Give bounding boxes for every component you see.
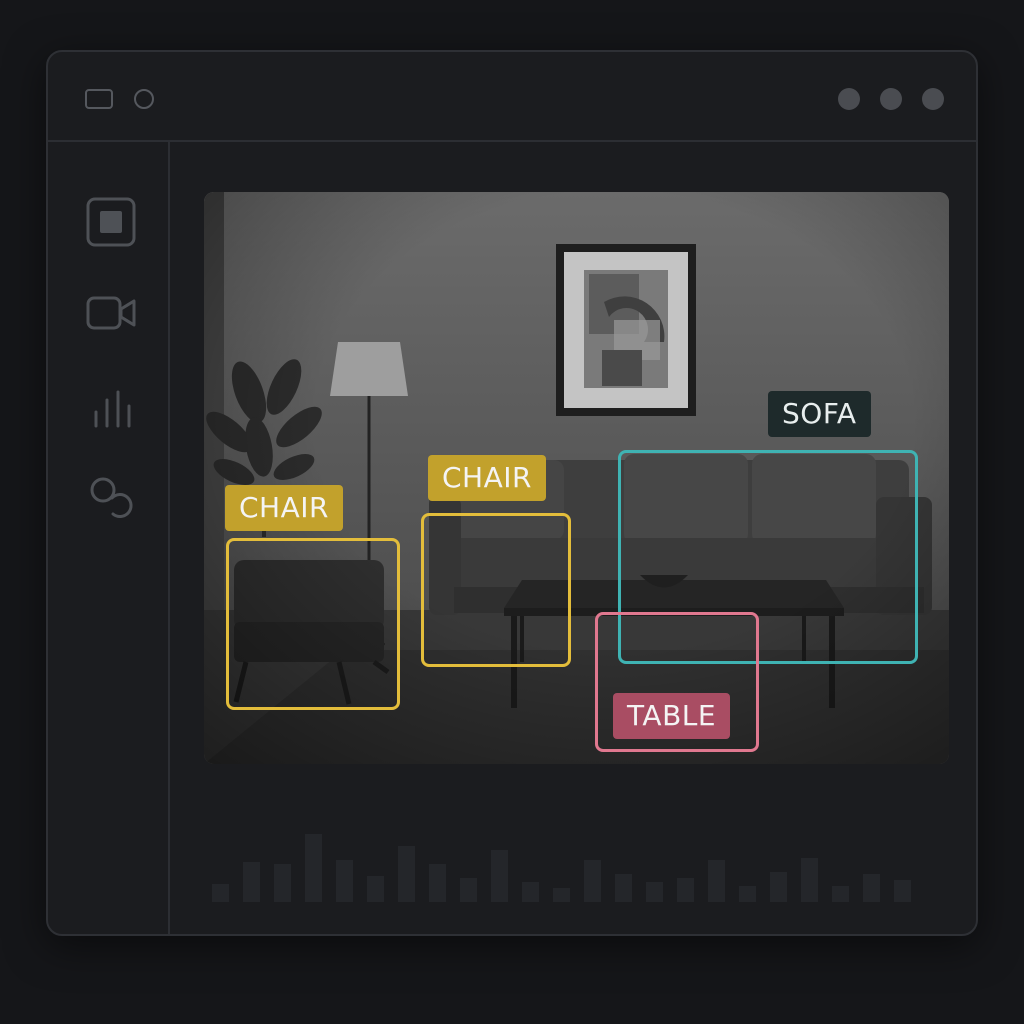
activity-bar (305, 834, 322, 902)
window-icon[interactable] (85, 89, 113, 109)
chair-label: CHAIR (428, 455, 546, 501)
window-dot-icon[interactable] (838, 88, 860, 110)
activity-bar (615, 874, 632, 902)
chair-bounding-box[interactable] (421, 513, 571, 667)
window-dot-icon[interactable] (880, 88, 902, 110)
bar-chart-icon[interactable] (85, 380, 137, 432)
activity-bar (522, 882, 539, 902)
activity-bar (770, 872, 787, 902)
activity-bar (584, 860, 601, 902)
chair-label: CHAIR (225, 485, 343, 531)
activity-bar (398, 846, 415, 902)
activity-bar (708, 860, 725, 902)
activity-bar (274, 864, 291, 902)
activity-bar (491, 850, 508, 902)
sofa-label: SOFA (768, 391, 871, 437)
record-icon[interactable] (134, 89, 154, 109)
video-camera-icon[interactable] (85, 288, 137, 340)
activity-bar (336, 860, 353, 902)
app-window: CHAIR CHAIR SOFA TABLE (46, 50, 978, 936)
activity-bar (739, 886, 756, 902)
title-bar (48, 52, 976, 142)
activity-bar (367, 876, 384, 902)
activity-bar (212, 884, 229, 902)
detection-viewer: CHAIR CHAIR SOFA TABLE (204, 192, 949, 764)
stop-square-icon[interactable] (85, 196, 137, 248)
table-label: TABLE (613, 693, 731, 739)
activity-bar (832, 886, 849, 902)
activity-bar (553, 888, 570, 902)
activity-bar (460, 878, 477, 902)
activity-bar (243, 862, 260, 902)
window-dot-icon[interactable] (922, 88, 944, 110)
activity-bar (646, 882, 663, 902)
activity-bar (894, 880, 911, 902)
activity-bars (212, 834, 911, 902)
activity-bar (429, 864, 446, 902)
chair-bounding-box[interactable] (226, 538, 400, 710)
activity-bar (677, 878, 694, 902)
sidebar (48, 142, 170, 934)
activity-bar (863, 874, 880, 902)
activity-bar (801, 858, 818, 902)
link-icon[interactable] (85, 470, 137, 522)
